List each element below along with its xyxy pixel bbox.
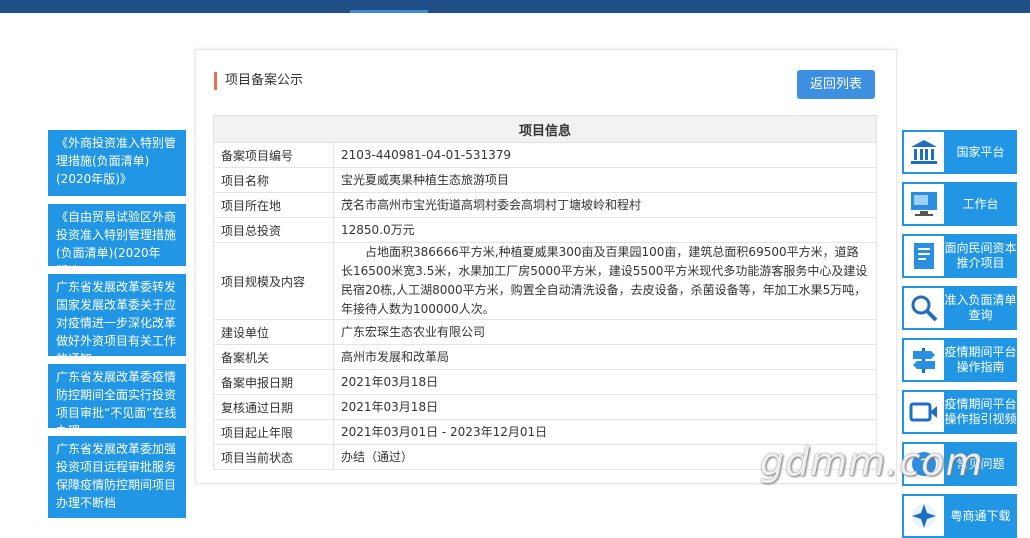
back-to-list-button[interactable]: 返回列表 xyxy=(797,70,875,99)
quick-link-national-platform[interactable]: 国家平台 xyxy=(902,130,1017,174)
quick-link-label: 粤商通下载 xyxy=(950,508,1011,523)
table-header-row: 项目信息 xyxy=(213,115,877,143)
table-row: 备案项目编号 2103-440981-04-01-531379 xyxy=(213,142,877,168)
row-key: 建设单位 xyxy=(213,319,334,345)
quick-link-label: 疫情期间平台操作指南 xyxy=(944,345,1017,374)
table-row: 复核通过日期 2021年03月18日 xyxy=(213,394,877,420)
quick-link-label: 工作台 xyxy=(962,196,999,211)
quick-link-negative-list-query[interactable]: 准入负面清单查询 xyxy=(902,286,1017,330)
table-row: 建设单位 广东宏琛生态农业有限公司 xyxy=(213,319,877,345)
table-row: 项目规模及内容 占地面积386666平方米,种植夏威果300亩及百果园100亩，… xyxy=(213,242,877,320)
left-notice-text: 广东省发展改革委转发国家发展改革委关于应对疫情进一步深化改革做好外资项目有关工作… xyxy=(56,280,177,356)
quick-link-label: 准入负面清单查询 xyxy=(944,293,1017,322)
row-key: 备案项目编号 xyxy=(213,142,334,168)
project-record-panel: 项目备案公示 返回列表 项目信息 备案项目编号 2103-440981-04-0… xyxy=(195,49,897,484)
signpost-icon xyxy=(904,340,944,380)
search-icon xyxy=(904,288,944,328)
row-key: 备案机关 xyxy=(213,344,334,370)
quick-link-label: 国家平台 xyxy=(956,144,1005,159)
left-notice-item-remote-approval[interactable]: 广东省发展改革委加强投资项目远程审批服务保障疫情防控期间项目办理不断档 xyxy=(48,436,186,518)
row-key: 复核通过日期 xyxy=(213,394,334,420)
left-notice-item-negative-list-2020[interactable]: 《外商投资准入特别管理措施(负面清单)(2020年版)》 xyxy=(48,130,186,196)
row-value: 12850.0万元 xyxy=(333,217,877,243)
row-value: 高州市发展和改革局 xyxy=(333,344,877,370)
video-icon xyxy=(904,392,944,432)
row-value: 占地面积386666平方米,种植夏威果300亩及百果园100亩，建筑总面积695… xyxy=(333,242,877,320)
document-icon xyxy=(904,236,944,276)
row-key: 项目名称 xyxy=(213,167,334,193)
project-scope-text: 占地面积386666平方米,种植夏威果300亩及百果园100亩，建筑总面积695… xyxy=(341,245,868,316)
bank-icon xyxy=(904,132,944,172)
row-key: 项目起止年限 xyxy=(213,419,334,445)
left-notice-text: 《外商投资准入特别管理措施(负面清单)(2020年版)》 xyxy=(56,136,177,186)
row-key: 项目所在地 xyxy=(213,192,334,218)
table-row: 项目总投资 12850.0万元 xyxy=(213,217,877,243)
row-value: 广东宏琛生态农业有限公司 xyxy=(333,319,877,345)
table-row: 项目所在地 茂名市高州市宝光街道高垌村委会高垌村丁塘坡岭和程村 xyxy=(213,192,877,218)
left-notice-item-ftz-negative-list[interactable]: 《自由贸易试验区外商投资准入特别管理措施(负面清单)(2020年版)》 xyxy=(48,204,186,266)
row-key: 项目规模及内容 xyxy=(213,242,334,320)
row-value: 宝光夏威夷果种植生态旅游项目 xyxy=(333,167,877,193)
row-key: 备案申报日期 xyxy=(213,369,334,395)
left-notice-text: 《自由贸易试验区外商投资准入特别管理措施(负面清单)(2020年版)》 xyxy=(56,210,177,266)
left-notice-item-online-approval[interactable]: 广东省发展改革委疫情防控期间全面实行投资项目审批“不见面”在线办理 xyxy=(48,364,186,428)
top-nav-active-indicator xyxy=(350,10,428,13)
quick-link-private-capital[interactable]: 面向民间资本推介项目 xyxy=(902,234,1017,278)
panel-title: 项目备案公示 xyxy=(214,72,303,90)
app-icon xyxy=(904,496,944,536)
left-notice-item-foreign-investment-notice[interactable]: 广东省发展改革委转发国家发展改革委关于应对疫情进一步深化改革做好外资项目有关工作… xyxy=(48,274,186,356)
row-key: 项目总投资 xyxy=(213,217,334,243)
top-nav-bar xyxy=(0,0,1030,13)
project-info-table: 项目信息 备案项目编号 2103-440981-04-01-531379 项目名… xyxy=(213,115,877,470)
table-row: 备案申报日期 2021年03月18日 xyxy=(213,369,877,395)
quick-link-label: 面向民间资本推介项目 xyxy=(944,241,1017,270)
quick-link-operation-guide[interactable]: 疫情期间平台操作指南 xyxy=(902,338,1017,382)
table-row: 备案机关 高州市发展和改革局 xyxy=(213,344,877,370)
watermark-text: gdmm.com xyxy=(760,440,984,484)
quick-link-label: 疫情期间平台操作指引视频 xyxy=(944,397,1017,426)
quick-link-app-download[interactable]: 粤商通下载 xyxy=(902,494,1017,538)
row-value: 2103-440981-04-01-531379 xyxy=(333,142,877,168)
row-value: 2021年03月18日 xyxy=(333,394,877,420)
left-notice-text: 广东省发展改革委加强投资项目远程审批服务保障疫情防控期间项目办理不断档 xyxy=(56,442,177,510)
left-notice-text: 广东省发展改革委疫情防控期间全面实行投资项目审批“不见面”在线办理 xyxy=(56,370,177,428)
monitor-icon xyxy=(904,184,944,224)
quick-link-workbench[interactable]: 工作台 xyxy=(902,182,1017,226)
table-row: 项目名称 宝光夏威夷果种植生态旅游项目 xyxy=(213,167,877,193)
row-value: 茂名市高州市宝光街道高垌村委会高垌村丁塘坡岭和程村 xyxy=(333,192,877,218)
row-value: 2021年03月18日 xyxy=(333,369,877,395)
table-header: 项目信息 xyxy=(213,115,877,143)
row-key: 项目当前状态 xyxy=(213,444,334,470)
quick-link-guide-video[interactable]: 疫情期间平台操作指引视频 xyxy=(902,390,1017,434)
